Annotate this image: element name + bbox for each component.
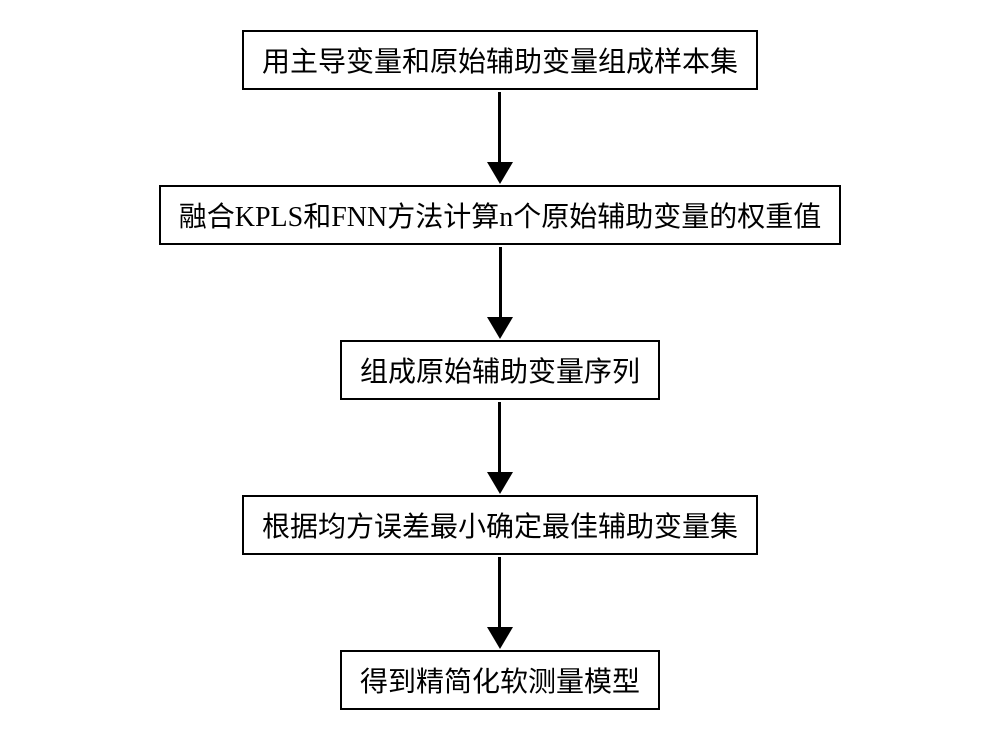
flow-stage: 得到精简化软测量模型 [340, 650, 660, 710]
flow-stage: 根据均方误差最小确定最佳辅助变量集 [242, 495, 758, 650]
step-box-5: 得到精简化软测量模型 [340, 650, 660, 710]
step-box-3: 组成原始辅助变量序列 [340, 340, 660, 400]
flow-stage: 用主导变量和原始辅助变量组成样本集 [242, 30, 758, 185]
arrow-down-icon [487, 555, 513, 650]
arrow-down-icon [487, 400, 513, 495]
flowchart-container: 用主导变量和原始辅助变量组成样本集 融合KPLS和FNN方法计算n个原始辅助变量… [159, 30, 842, 710]
step-box-4: 根据均方误差最小确定最佳辅助变量集 [242, 495, 758, 555]
flow-stage: 组成原始辅助变量序列 [340, 340, 660, 495]
step-box-2: 融合KPLS和FNN方法计算n个原始辅助变量的权重值 [159, 185, 842, 245]
flow-stage: 融合KPLS和FNN方法计算n个原始辅助变量的权重值 [159, 185, 842, 340]
arrow-down-icon [487, 245, 513, 340]
arrow-down-icon [487, 90, 513, 185]
step-box-1: 用主导变量和原始辅助变量组成样本集 [242, 30, 758, 90]
